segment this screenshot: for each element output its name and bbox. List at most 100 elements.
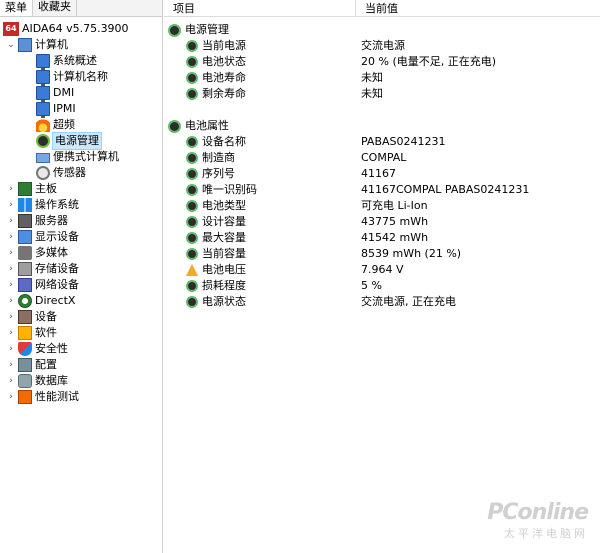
benchmark-icon [18, 390, 32, 404]
tree-item-multimedia[interactable]: › 多媒体 [6, 245, 68, 261]
column-header-item[interactable]: 项目 [164, 0, 356, 17]
tree-item-security[interactable]: › 安全性 [6, 341, 68, 357]
chevron-right-icon[interactable]: › [6, 261, 16, 277]
monitor-icon [36, 54, 50, 70]
chevron-right-icon[interactable]: › [6, 325, 16, 341]
table-row[interactable]: 电池寿命 未知 [164, 70, 600, 86]
watermark: PConline 太平洋电脑网 [487, 500, 589, 541]
display-icon [18, 230, 32, 244]
tree-item-display[interactable]: › 显示设备 [6, 229, 79, 245]
tree-item-os[interactable]: › 操作系统 [6, 197, 79, 213]
watermark-subtitle: 太平洋电脑网 [504, 527, 588, 540]
tree-item-benchmark[interactable]: › 性能测试 [6, 389, 79, 405]
computer-icon [18, 38, 32, 52]
motherboard-icon [18, 182, 32, 196]
software-icon [18, 326, 32, 340]
battery-icon [186, 152, 198, 164]
chevron-right-icon[interactable]: › [6, 197, 16, 213]
tree-item-storage[interactable]: › 存储设备 [6, 261, 79, 277]
tree-item-ipmi[interactable]: IPMI [36, 101, 76, 118]
chevron-right-icon[interactable]: › [6, 309, 16, 325]
chevron-right-icon[interactable]: › [6, 357, 16, 373]
tree-item-computer[interactable]: ⌄ 计算机 [6, 37, 68, 53]
tab-menu[interactable]: 菜单 [0, 0, 33, 16]
chevron-down-icon[interactable]: ⌄ [6, 37, 16, 53]
sensor-gauge-icon [36, 166, 50, 180]
tree-item-devices[interactable]: › 设备 [6, 309, 57, 325]
battery-icon [186, 216, 198, 228]
details-pane: 项目 当前值 电源管理 当前电源 交流电源 电池状态 20 % (电量不足, 正… [164, 0, 600, 553]
tree-item-computer-name[interactable]: 计算机名称 [36, 69, 108, 86]
tree-item-sensors[interactable]: 传感器 [36, 165, 86, 181]
table-row[interactable]: 最大容量 41542 mWh [164, 230, 600, 246]
tree-item-software[interactable]: › 软件 [6, 325, 57, 341]
tree-item-system-summary[interactable]: 系统概述 [36, 53, 97, 70]
chevron-right-icon[interactable]: › [6, 341, 16, 357]
tree-item-server[interactable]: › 服务器 [6, 213, 68, 229]
chevron-right-icon[interactable]: › [6, 373, 16, 389]
database-icon [18, 374, 32, 388]
watermark-brand: PConline [487, 500, 589, 525]
chevron-right-icon[interactable]: › [6, 293, 16, 309]
tree-item-overclock[interactable]: 超频 [36, 117, 75, 133]
chevron-right-icon[interactable]: › [6, 389, 16, 405]
table-row[interactable]: 设备名称 PABAS0241231 [164, 134, 600, 150]
flame-icon [36, 118, 50, 132]
battery-icon [186, 136, 198, 148]
battery-icon [186, 72, 198, 84]
group-power-management: 电源管理 [168, 22, 229, 38]
tree-item-database[interactable]: › 数据库 [6, 373, 68, 389]
tree-item-portable-computer[interactable]: 便携式计算机 [36, 149, 119, 165]
chevron-right-icon[interactable]: › [6, 245, 16, 261]
chevron-right-icon[interactable]: › [6, 181, 16, 197]
power-icon [36, 134, 50, 148]
table-row[interactable]: 制造商 COMPAL [164, 150, 600, 166]
monitor-icon [36, 102, 50, 118]
warning-icon [186, 264, 198, 276]
shield-icon [18, 342, 32, 356]
windows-icon [18, 198, 32, 212]
chevron-right-icon[interactable]: › [6, 229, 16, 245]
table-row[interactable]: 唯一识别码 41167COMPAL PABAS0241231 [164, 182, 600, 198]
chevron-right-icon[interactable]: › [6, 277, 16, 293]
speaker-icon [18, 246, 32, 260]
battery-icon [168, 23, 181, 37]
chevron-right-icon[interactable]: › [6, 213, 16, 229]
tree-item-config[interactable]: › 配置 [6, 357, 57, 373]
battery-icon [186, 200, 198, 212]
battery-icon [186, 40, 198, 52]
tree-item-network[interactable]: › 网络设备 [6, 277, 79, 293]
table-row[interactable]: 设计容量 43775 mWh [164, 214, 600, 230]
battery-icon [186, 168, 198, 180]
hard-drive-icon [18, 262, 32, 276]
battery-icon [186, 232, 198, 244]
directx-icon [18, 294, 32, 308]
tree-item-power-management[interactable]: 电源管理 [36, 132, 102, 150]
table-row[interactable]: 当前容量 8539 mWh (21 %) [164, 246, 600, 262]
tree-item-directx[interactable]: › DirectX [6, 293, 75, 309]
table-row[interactable]: 电池电压 7.964 V [164, 262, 600, 278]
battery-icon [186, 88, 198, 100]
tree-root[interactable]: 64 AIDA64 v5.75.3900 [3, 21, 129, 37]
table-row[interactable]: 剩余寿命 未知 [164, 86, 600, 102]
table-row[interactable]: 损耗程度 5 % [164, 278, 600, 294]
navigation-pane: 菜单 收藏夹 64 AIDA64 v5.75.3900 ⌄ 计算机 系统概述 计… [0, 0, 163, 553]
table-row[interactable]: 电源状态 交流电源, 正在充电 [164, 294, 600, 310]
table-row[interactable]: 序列号 41167 [164, 166, 600, 182]
tree-item-motherboard[interactable]: › 主板 [6, 181, 57, 197]
tree-item-dmi[interactable]: DMI [36, 85, 74, 102]
laptop-icon [36, 153, 50, 163]
table-row[interactable]: 电池类型 可充电 Li-Ion [164, 198, 600, 214]
network-icon [18, 278, 32, 292]
monitor-icon [36, 86, 50, 102]
column-header: 项目 当前值 [164, 0, 600, 17]
device-icon [18, 310, 32, 324]
pane-tabs: 菜单 收藏夹 [0, 0, 162, 17]
server-icon [18, 214, 32, 228]
tab-favorites[interactable]: 收藏夹 [33, 0, 77, 16]
monitor-icon [36, 70, 50, 86]
table-row[interactable]: 当前电源 交流电源 [164, 38, 600, 54]
table-row[interactable]: 电池状态 20 % (电量不足, 正在充电) [164, 54, 600, 70]
column-header-value[interactable]: 当前值 [356, 0, 600, 17]
battery-icon [186, 248, 198, 260]
